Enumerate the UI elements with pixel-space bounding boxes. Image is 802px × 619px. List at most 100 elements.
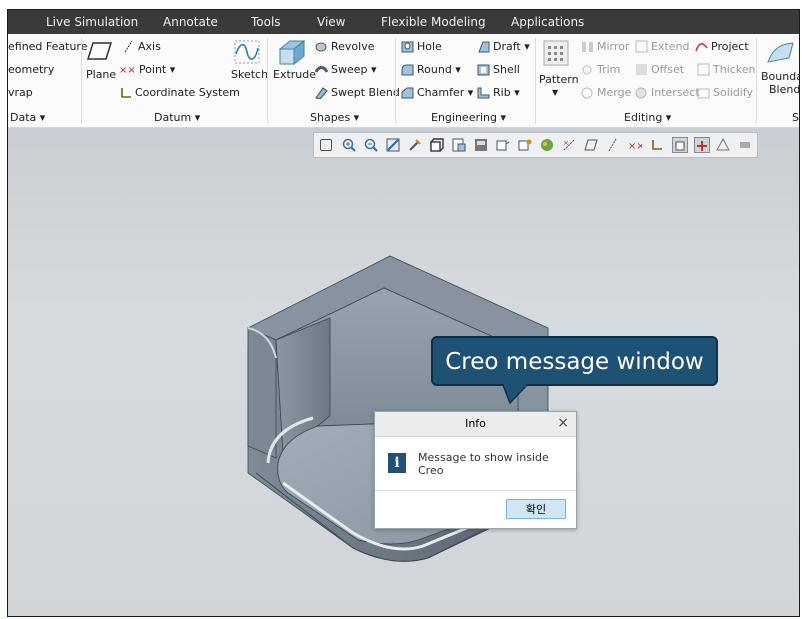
thicken-label: Thicken (713, 63, 756, 76)
intersect-label: Intersect (651, 86, 700, 99)
group-get-data[interactable]: Data ▾ (10, 111, 45, 124)
hole-icon (401, 41, 414, 53)
plane-icon (87, 42, 113, 60)
pattern-dropdown-icon[interactable]: ▼ (552, 86, 558, 100)
group-shapes[interactable]: Shapes ▾ (310, 111, 359, 124)
swept-blend-button[interactable]: Swept Blend (315, 86, 400, 100)
dialog-titlebar[interactable]: Info × (375, 412, 576, 437)
creo-window: Live Simulation Annotate Tools View Flex… (7, 9, 800, 617)
merge-button[interactable]: Merge (581, 86, 631, 100)
ok-button[interactable]: 확인 (506, 499, 566, 519)
solidify-label: Solidify (713, 86, 754, 99)
tab-flexible-modeling[interactable]: Flexible Modeling (381, 15, 486, 29)
thicken-icon (697, 63, 710, 76)
tab-applications[interactable]: Applications (511, 15, 584, 29)
dialog-title: Info (465, 417, 486, 430)
ribbon-separator (756, 38, 757, 124)
dialog-message: Message to show inside Creo (418, 451, 549, 477)
boundary-blend-icon (767, 42, 794, 63)
ribbon: efined Feature eometry vrap Data ▾ Plane… (8, 34, 799, 128)
ribbon-separator (395, 38, 396, 124)
tab-annotate[interactable]: Annotate (163, 15, 218, 29)
shell-button[interactable]: Shell (477, 63, 520, 77)
dialog-close-icon[interactable]: × (557, 415, 569, 431)
solidify-button[interactable]: Solidify (697, 86, 753, 100)
chamfer-label: Chamfer ▾ (417, 86, 474, 99)
offset-label: Offset (651, 63, 685, 76)
point-button[interactable]: ×× Point ▾ (119, 63, 175, 78)
ribbon-separator (81, 38, 82, 124)
mirror-button[interactable]: Mirror (581, 40, 629, 54)
hole-button[interactable]: Hole (401, 40, 442, 54)
revolve-icon (315, 42, 327, 52)
rib-label: Rib ▾ (493, 86, 520, 99)
geometry-button[interactable]: eometry (8, 63, 54, 77)
rib-button[interactable]: Rib ▾ (477, 86, 520, 100)
hole-label: Hole (417, 40, 442, 53)
sketch-label: Sketch (231, 68, 269, 81)
mirror-icon (582, 42, 593, 52)
info-dialog: Info × i Message to show inside Creo 확인 (374, 411, 577, 529)
thicken-button[interactable]: Thicken (697, 63, 756, 77)
callout-text: Creo message window (445, 349, 704, 375)
plane-button[interactable]: Plane (84, 38, 116, 90)
pattern-icon (543, 40, 569, 66)
merge-icon (581, 87, 593, 99)
callout-pointer (501, 384, 529, 404)
intersect-button[interactable]: Intersect (635, 86, 700, 100)
menu-bar: Live Simulation Annotate Tools View Flex… (8, 10, 799, 34)
wrap-button[interactable]: vrap (8, 86, 33, 100)
trim-button[interactable]: Trim (581, 63, 620, 77)
project-label: Project (711, 40, 749, 53)
axis-button[interactable]: Axis (122, 40, 161, 54)
offset-button[interactable]: Offset (635, 63, 684, 77)
revolve-button[interactable]: Revolve (315, 40, 375, 54)
draft-icon (478, 41, 490, 53)
coordinate-system-icon (121, 88, 131, 98)
sketch-button[interactable]: Sketch (230, 38, 269, 90)
info-icon: i (388, 453, 406, 473)
extrude-button[interactable]: Extrude (272, 38, 316, 90)
chamfer-button[interactable]: Chamfer ▾ (401, 86, 473, 100)
group-datum[interactable]: Datum ▾ (154, 111, 200, 124)
defined-feature-button[interactable]: efined Feature (8, 40, 87, 54)
sweep-label: Sweep ▾ (331, 63, 377, 76)
group-surfaces[interactable]: S (792, 111, 799, 124)
tab-tools[interactable]: Tools (251, 15, 281, 29)
sketch-icon (234, 40, 260, 64)
ribbon-separator (267, 38, 268, 124)
extrude-label: Extrude (273, 68, 317, 81)
extend-button[interactable]: Extend (635, 40, 690, 54)
swept-blend-icon (315, 87, 328, 99)
coordinate-system-button[interactable]: Coordinate System (119, 86, 240, 100)
solidify-icon (697, 88, 710, 99)
chamfer-icon (401, 87, 414, 99)
shell-label: Shell (493, 63, 520, 76)
intersect-icon (635, 87, 647, 99)
pattern-label: Pattern (539, 73, 579, 86)
point-label: Point ▾ (138, 63, 176, 76)
point-icon: ×× (119, 65, 139, 76)
group-engineering[interactable]: Engineering ▾ (431, 111, 506, 124)
revolve-label: Revolve (331, 40, 375, 53)
ribbon-separator (535, 38, 536, 124)
axis-label: Axis (138, 40, 161, 53)
mirror-label: Mirror (597, 40, 630, 53)
round-button[interactable]: Round ▾ (401, 63, 461, 77)
rib-icon (477, 87, 490, 99)
tab-view[interactable]: View (317, 15, 345, 29)
tab-live-simulation[interactable]: Live Simulation (46, 15, 138, 29)
sweep-icon (315, 66, 328, 73)
graphics-area[interactable]: × ×× (8, 128, 799, 616)
swept-blend-label: Swept Blend (331, 86, 400, 99)
shell-icon (477, 64, 490, 76)
draft-button[interactable]: Draft ▾ (477, 40, 530, 54)
offset-icon (636, 64, 647, 75)
pattern-button[interactable]: Pattern ▼ (538, 38, 579, 100)
project-button[interactable]: Project (695, 40, 749, 54)
callout-label: Creo message window (431, 336, 718, 404)
coordinate-system-label: Coordinate System (135, 86, 240, 99)
group-editing[interactable]: Editing ▾ (624, 111, 671, 124)
boundary-blend-button[interactable]: Bounda Blend (759, 38, 799, 100)
sweep-button[interactable]: Sweep ▾ (315, 63, 377, 77)
